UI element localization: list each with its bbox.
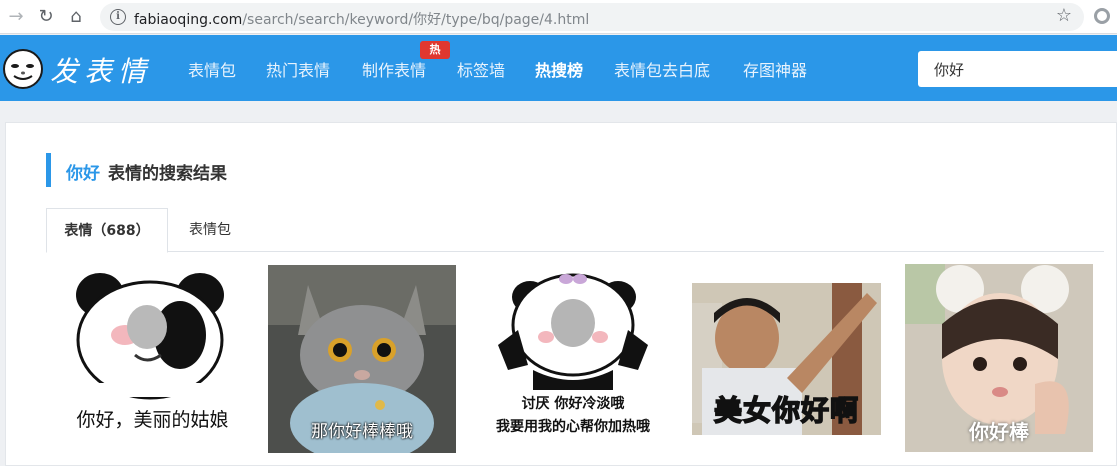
- tab-sticker-packs[interactable]: 表情包: [168, 208, 252, 252]
- sticker-item[interactable]: 你好棒: [905, 264, 1093, 452]
- reload-icon[interactable]: ↻: [34, 5, 58, 29]
- sticker-item[interactable]: 你好，美丽的姑娘: [65, 265, 240, 440]
- url-path: /search/search/keyword/你好/type/bq/page/4…: [242, 12, 590, 28]
- sticker-caption-line1: 讨厌 你好冷淡哦: [521, 396, 625, 412]
- nav-item-hot-search[interactable]: 热搜榜: [535, 57, 583, 81]
- home-icon[interactable]: ⌂: [64, 5, 88, 29]
- site-logo[interactable]: 发表情: [2, 46, 167, 92]
- sticker-caption: 你好，美丽的姑娘: [76, 409, 229, 431]
- url-host: fabiaoqing.com: [134, 12, 243, 28]
- result-tabs: 表情（688） 表情包: [46, 208, 1104, 253]
- nav-item-tags[interactable]: 标签墙: [457, 57, 505, 81]
- bookmark-star-icon[interactable]: ☆: [1056, 5, 1072, 26]
- search-input[interactable]: [918, 51, 1117, 87]
- url-text: fabiaoqing.com/search/search/keyword/你好/…: [134, 9, 589, 29]
- nav-item-make[interactable]: 制作表情: [362, 57, 426, 81]
- sticker-caption-line2: 我要用我的心帮你加热哦: [496, 419, 650, 435]
- page-title: 你好 表情的搜索结果: [66, 159, 227, 184]
- hot-badge: 热: [420, 41, 450, 59]
- sticker-caption: 美女你好啊: [713, 393, 859, 428]
- profile-icon[interactable]: [1094, 8, 1110, 24]
- browser-toolbar: → ↻ ⌂ i fabiaoqing.com/search/search/key…: [0, 0, 1117, 34]
- panda-sticker-image: [73, 273, 233, 400]
- nav-item-hot[interactable]: 热门表情: [266, 57, 330, 81]
- nav-item-remove-bg[interactable]: 表情包去白底: [614, 57, 710, 81]
- site-header: 发表情 表情包 热门表情 制作表情 标签墙 热搜榜 表情包去白底 存图神器 热: [0, 35, 1117, 101]
- sticker-item[interactable]: 美女你好啊: [692, 283, 881, 435]
- sticker-caption: 那你好棒棒哦: [311, 422, 413, 442]
- sticker-caption: 你好棒: [969, 420, 1029, 444]
- logo-face-icon: [3, 49, 43, 89]
- address-bar[interactable]: i fabiaoqing.com/search/search/keyword/你…: [100, 3, 1084, 31]
- search-box: [918, 51, 1117, 87]
- heading-accent: [46, 153, 51, 187]
- back-arrow-icon[interactable]: →: [4, 5, 28, 29]
- tab-stickers[interactable]: 表情（688）: [46, 208, 168, 253]
- search-keyword: 你好: [66, 164, 100, 184]
- nav-item-packs[interactable]: 表情包: [188, 57, 236, 81]
- title-suffix: 表情的搜索结果: [108, 164, 227, 184]
- logo-text: 发表情: [50, 55, 153, 88]
- nav-item-save-tool[interactable]: 存图神器: [743, 57, 807, 81]
- sticker-item[interactable]: 讨厌 你好冷淡哦 我要用我的心帮你加热哦: [478, 265, 668, 440]
- panda-flower-sticker-image: [498, 273, 648, 390]
- site-info-icon[interactable]: i: [110, 9, 126, 25]
- sticker-item[interactable]: 那你好棒棒哦: [268, 265, 456, 453]
